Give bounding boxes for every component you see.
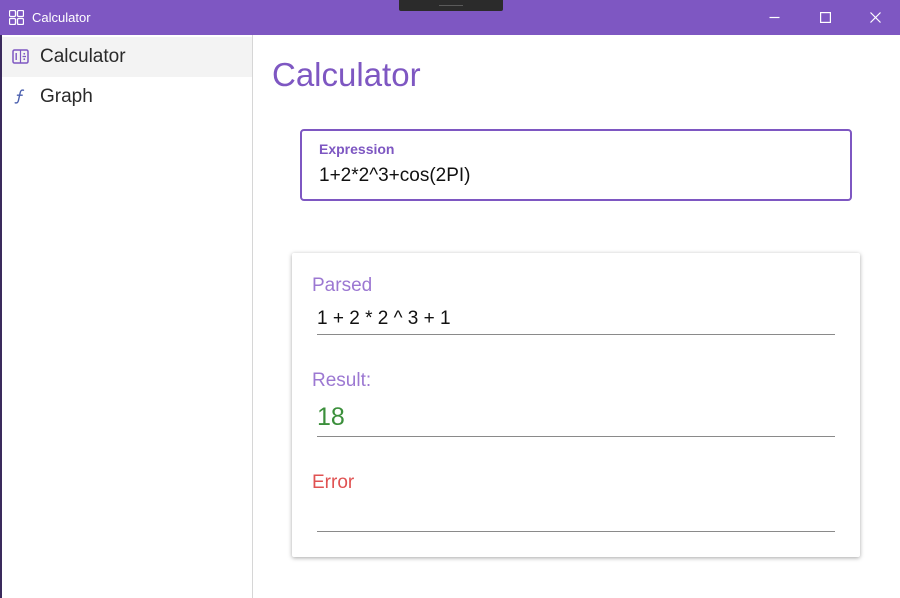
drag-handle[interactable]	[399, 0, 503, 11]
result-value: 18	[317, 402, 835, 437]
sidebar-item-label: Graph	[40, 86, 93, 107]
expression-input[interactable]	[318, 161, 828, 191]
parsed-value: 1 + 2 * 2 ^ 3 + 1	[317, 307, 835, 335]
error-value	[317, 501, 835, 532]
window-title: Calculator	[32, 10, 91, 25]
minimize-icon	[769, 12, 780, 23]
function-icon	[12, 88, 29, 105]
minimize-button[interactable]	[751, 0, 797, 35]
expression-field[interactable]: Expression	[300, 129, 852, 201]
title-bar[interactable]: Calculator	[0, 0, 900, 35]
page-title: Calculator	[272, 56, 421, 93]
sidebar-item-calculator[interactable]: Calculator	[2, 37, 252, 77]
sidebar: Calculator Graph	[0, 35, 253, 598]
maximize-icon	[819, 12, 831, 23]
expression-label: Expression	[319, 141, 395, 157]
maximize-button[interactable]	[802, 0, 848, 35]
results-card: Parsed 1 + 2 * 2 ^ 3 + 1 Result: 18 Erro…	[292, 253, 860, 557]
calculator-icon	[12, 48, 29, 65]
sidebar-item-label: Calculator	[40, 46, 126, 67]
sidebar-edge	[0, 35, 2, 598]
close-icon	[869, 12, 881, 23]
result-label: Result:	[312, 370, 372, 391]
parsed-label: Parsed	[312, 275, 373, 296]
close-button[interactable]	[852, 0, 898, 35]
sidebar-item-graph[interactable]: Graph	[2, 77, 252, 117]
error-label: Error	[312, 472, 355, 493]
calculator-app-icon	[8, 9, 25, 26]
